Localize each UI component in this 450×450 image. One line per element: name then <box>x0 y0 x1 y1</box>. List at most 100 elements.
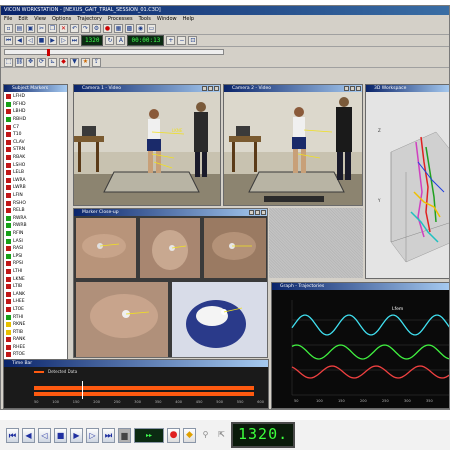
fit-view-icon[interactable]: ⊡ <box>188 36 198 45</box>
timeline-track-1[interactable] <box>34 386 254 390</box>
filter-icon[interactable]: ▼ <box>70 57 79 67</box>
minimize-icon[interactable] <box>202 86 207 91</box>
loop-icon[interactable]: ↻ <box>105 36 115 45</box>
step-back-icon[interactable]: ◀ <box>15 36 24 45</box>
menu-options[interactable]: Options <box>52 15 71 23</box>
tree-item[interactable]: LTHI <box>4 268 67 276</box>
tree-item[interactable]: RTOE <box>4 351 67 359</box>
tree-item[interactable]: RFIN <box>4 230 67 238</box>
open-folder-icon[interactable]: ▤ <box>15 24 24 33</box>
menu-file[interactable]: File <box>4 15 12 23</box>
zoom-out-icon[interactable]: − <box>177 36 187 45</box>
timeline-cursor[interactable] <box>82 381 83 399</box>
play-icon[interactable]: ▶ <box>70 427 83 443</box>
tree-item[interactable]: LSHO <box>4 161 67 169</box>
tree-item[interactable]: LTIB <box>4 283 67 291</box>
tree-item[interactable]: RBAK <box>4 154 67 162</box>
tree-item[interactable]: RANK <box>4 336 67 344</box>
zoom-in-icon[interactable]: + <box>166 36 176 45</box>
camera-view-icon[interactable]: ▆ <box>118 427 131 443</box>
tree-item[interactable]: LFHD <box>4 93 67 101</box>
menu-tools[interactable]: Tools <box>139 15 151 23</box>
menu-edit[interactable]: Edit <box>18 15 28 23</box>
copy-icon[interactable]: ❐ <box>48 24 57 33</box>
frame-slider-track[interactable] <box>4 49 224 56</box>
tree-item[interactable]: T10 <box>4 131 67 139</box>
tree-item[interactable]: RTIB <box>4 328 67 336</box>
settings-icon[interactable]: ⚙ <box>92 24 101 33</box>
menu-view[interactable]: View <box>34 15 46 23</box>
cut-icon[interactable]: ✂ <box>37 24 46 33</box>
tree-item[interactable]: LWRA <box>4 177 67 185</box>
maximize-icon[interactable] <box>350 86 355 91</box>
tree-item[interactable]: RTHI <box>4 313 67 321</box>
tree-item[interactable]: STRN <box>4 146 67 154</box>
frame-slider-thumb[interactable] <box>47 49 50 56</box>
tree-item[interactable]: LPSI <box>4 252 67 260</box>
save-icon[interactable]: ▣ <box>26 24 35 33</box>
new-file-icon[interactable]: ▫ <box>4 24 13 33</box>
minimize-icon[interactable] <box>344 86 349 91</box>
menu-window[interactable]: Window <box>157 15 177 23</box>
close-icon[interactable] <box>214 86 219 91</box>
3d-view-canvas[interactable]: Z Y <box>366 92 450 279</box>
maximize-icon[interactable] <box>255 210 260 215</box>
play-reverse-icon[interactable]: ◁ <box>38 427 51 443</box>
tree-item[interactable]: RBHD <box>4 116 67 124</box>
delete-icon[interactable]: ✕ <box>59 24 68 33</box>
minimize-icon[interactable] <box>249 210 254 215</box>
pointer-icon[interactable]: ⇱ <box>215 427 228 443</box>
label-icon[interactable]: ★ <box>81 57 90 67</box>
close-icon[interactable] <box>356 86 361 91</box>
step-forward-icon[interactable]: ▷ <box>59 36 68 45</box>
tree-item[interactable]: RFHD <box>4 101 67 109</box>
tree-item[interactable]: C7 <box>4 123 67 131</box>
play-reverse-icon[interactable]: ◁ <box>26 36 35 45</box>
select-tool-icon[interactable]: ⬚ <box>4 57 13 67</box>
tree-item[interactable]: LFIN <box>4 192 67 200</box>
tree-item[interactable]: LBHD <box>4 108 67 116</box>
tree-item[interactable]: RWRB <box>4 222 67 230</box>
tree-item[interactable]: LHEE <box>4 298 67 306</box>
rotate-tool-icon[interactable]: ⟳ <box>37 57 46 67</box>
close-icon[interactable] <box>261 210 266 215</box>
tree-item[interactable]: RWRA <box>4 215 67 223</box>
tree-item[interactable]: LELB <box>4 169 67 177</box>
tree-item[interactable]: RELB <box>4 207 67 215</box>
stop-icon[interactable]: ■ <box>54 427 67 443</box>
tree-item[interactable]: RKNE <box>4 321 67 329</box>
tree-item[interactable]: LTOE <box>4 306 67 314</box>
play-icon[interactable]: ▶ <box>48 36 57 45</box>
timeline-track-2[interactable] <box>34 392 254 396</box>
tree-item[interactable]: RHEE <box>4 344 67 352</box>
grid-icon[interactable]: ▩ <box>125 24 134 33</box>
window-icon[interactable]: ▭ <box>147 24 156 33</box>
go-to-start-icon[interactable]: ⏮ <box>4 36 13 45</box>
measure-tool-icon[interactable]: ⊾ <box>48 57 57 67</box>
chart-icon[interactable]: ▦ <box>114 24 123 33</box>
camera-icon[interactable]: ◉ <box>136 24 145 33</box>
tree-item[interactable]: RPSI <box>4 260 67 268</box>
tree-item[interactable]: LASI <box>4 237 67 245</box>
go-to-end-icon[interactable]: ⏭ <box>70 36 79 45</box>
undo-icon[interactable]: ↶ <box>70 24 79 33</box>
tree-item[interactable]: LANK <box>4 290 67 298</box>
go-to-end-icon[interactable]: ⏭ <box>102 427 115 443</box>
go-to-start-icon[interactable]: ⏮ <box>6 427 19 443</box>
tree-item[interactable]: CLAV <box>4 139 67 147</box>
marker-label-icon[interactable]: A <box>116 36 126 45</box>
menu-processes[interactable]: Processes <box>108 15 133 23</box>
menu-trajectory[interactable]: Trajectory <box>77 15 102 23</box>
tree-item[interactable]: RASI <box>4 245 67 253</box>
tree-item[interactable]: LKNE <box>4 275 67 283</box>
tree-item[interactable]: RSHO <box>4 199 67 207</box>
link-tool-icon[interactable]: ⛓ <box>15 57 24 67</box>
maximize-icon[interactable] <box>208 86 213 91</box>
step-back-icon[interactable]: ◀ <box>22 427 35 443</box>
menu-help[interactable]: Help <box>183 15 194 23</box>
export-icon[interactable]: ⇪ <box>92 57 101 67</box>
marker-icon[interactable]: ● <box>103 24 112 33</box>
step-forward-icon[interactable]: ▷ <box>86 427 99 443</box>
pan-tool-icon[interactable]: ✥ <box>26 57 35 67</box>
options-icon[interactable]: ⚲ <box>199 427 212 443</box>
